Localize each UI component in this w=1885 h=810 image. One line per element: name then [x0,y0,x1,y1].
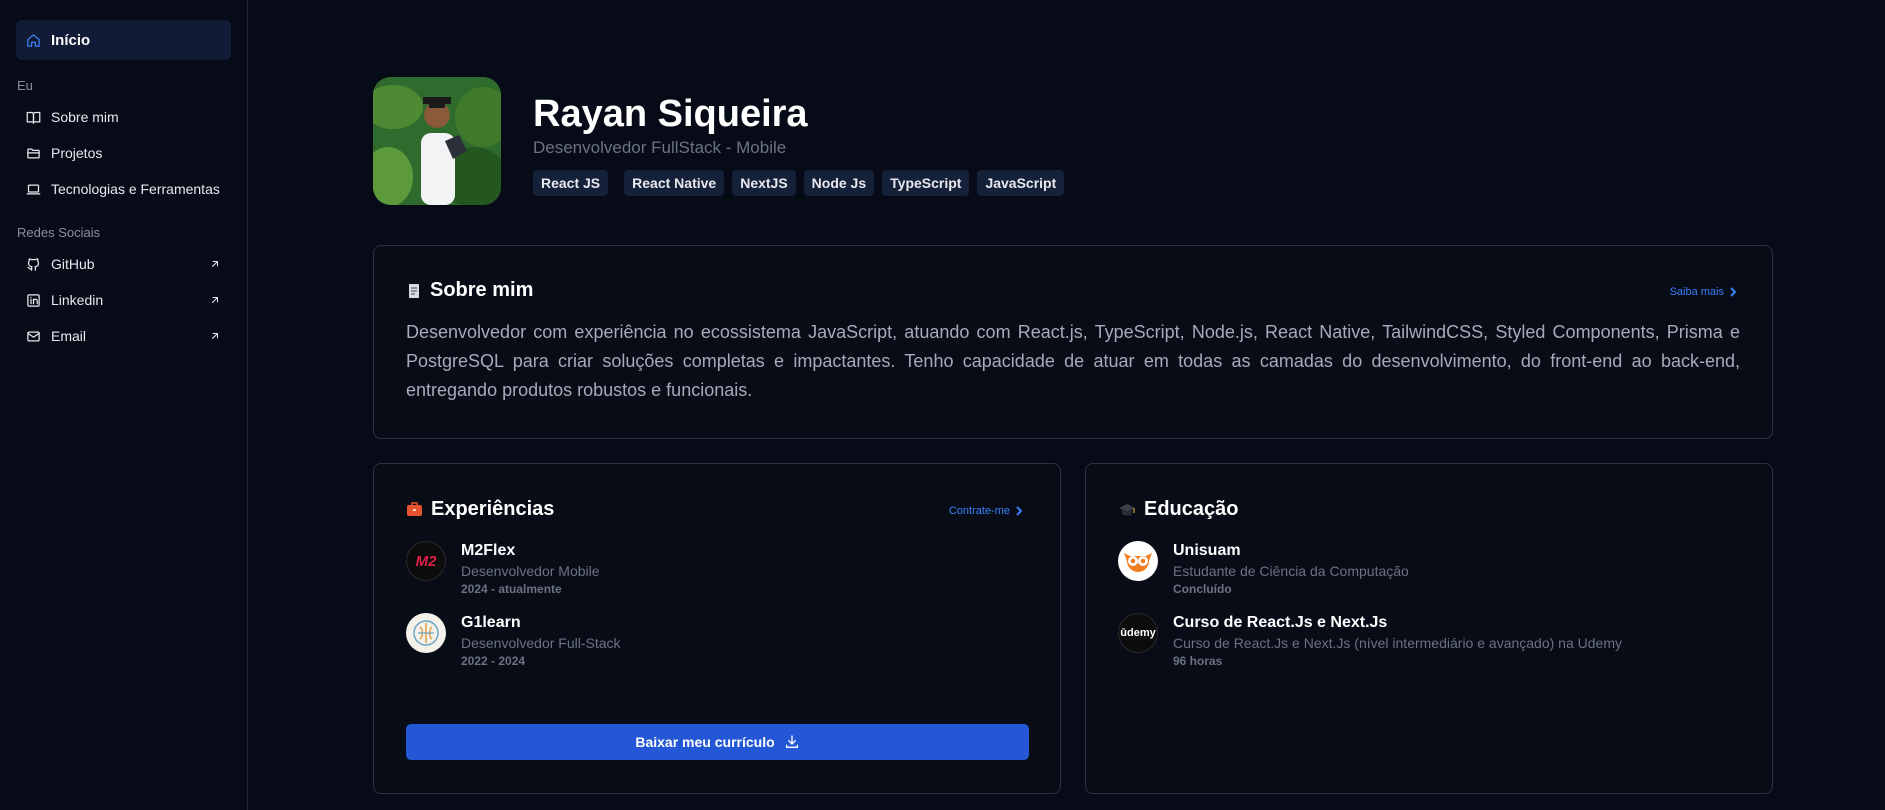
education-title: Educação [1118,498,1740,521]
education-item: Unisuam Estudante de Ciência da Computaç… [1118,541,1740,596]
laptop-icon [26,184,41,194]
experience-company: G1learn [461,614,521,631]
about-title: Sobre mim [406,279,1740,302]
chevron-right-icon [1016,506,1023,516]
tech-tags: React JS React Native NextJS Node Js Typ… [533,170,1065,196]
sidebar-item-label: Sobre mim [51,109,119,125]
external-link-icon [212,261,218,267]
experience-item: G1learn Desenvolvedor Full-Stack 2022 - … [406,613,1028,668]
avatar [373,77,501,205]
sidebar-item-home[interactable]: Início [16,20,231,60]
about-more-link[interactable]: Saiba mais [1670,286,1738,298]
download-resume-label: Baixar meu currículo [635,734,775,750]
education-institution: Unisuam [1173,542,1241,559]
download-icon [785,735,798,748]
tech-tag: Node Js [803,170,875,196]
education-list: Unisuam Estudante de Ciência da Computaç… [1118,541,1740,668]
g1learn-logo [406,613,446,653]
education-course: Estudante de Ciência da Computação [1173,563,1409,579]
about-more-label: Saiba mais [1669,286,1724,298]
education-status: 96 horas [1173,654,1223,668]
external-link-icon [212,333,218,339]
sidebar-item-label: Início [51,31,91,49]
experience-title-label: Experiências [431,498,555,520]
education-card: Educação Unisuam Estudante de Ciência da… [1085,463,1773,794]
education-title-label: Educação [1144,498,1239,520]
linkedin-icon [27,293,40,307]
github-icon [27,257,40,271]
education-institution: Curso de React.Js e Next.Js [1173,614,1388,631]
profile-header: Rayan Siqueira Desenvolvedor FullStack -… [373,77,1065,205]
hire-me-link[interactable]: Contrate-me [949,505,1024,517]
unisuam-logo [1118,541,1158,581]
profile-name: Rayan Siqueira [533,93,808,135]
sidebar-item-about[interactable]: Sobre mim [16,99,231,135]
download-resume-button[interactable]: Baixar meu currículo [406,724,1029,760]
about-title-label: Sobre mim [430,279,534,301]
tech-tag: NextJS [732,170,796,196]
experience-date: 2022 - 2024 [461,654,526,668]
sidebar-item-linkedin[interactable]: Linkedin [16,282,231,318]
education-item: ūdemy Curso de React.Js e Next.Js Curso … [1118,613,1740,668]
external-link-icon [212,297,218,303]
sidebar: Início Eu Sobre mim Projetos Tecnologias… [0,0,248,810]
sidebar-item-label: Linkedin [51,292,104,308]
about-text: Desenvolvedor com experiência no ecossis… [406,322,1740,400]
hire-me-label: Contrate-me [948,505,1010,517]
briefcase-icon [407,502,422,516]
memo-icon [409,283,419,298]
section-label-me: Eu [17,78,33,93]
tech-tag: TypeScript [882,170,970,196]
experience-item: M2 M2Flex Desenvolvedor Mobile 2024 - at… [406,541,1028,596]
sidebar-item-label: GitHub [51,256,95,272]
sidebar-item-label: Projetos [51,145,103,161]
tech-tag: JavaScript [977,170,1065,196]
experience-role: Desenvolvedor Full-Stack [461,635,621,651]
udemy-logo: ūdemy [1118,613,1158,653]
mail-icon [27,331,40,341]
sidebar-item-technologies[interactable]: Tecnologias e Ferramentas [16,171,231,207]
experience-company: M2Flex [461,542,516,559]
experience-title: Experiências [406,498,1028,521]
sidebar-item-label: Tecnologias e Ferramentas [51,181,220,197]
experience-card: Experiências Contrate-me M2 M2Flex Desen… [373,463,1061,794]
sidebar-item-github[interactable]: GitHub [16,246,231,282]
book-open-icon [26,111,41,124]
experience-list: M2 M2Flex Desenvolvedor Mobile 2024 - at… [406,541,1028,668]
chevron-right-icon [1730,287,1737,297]
tech-tag: React JS [533,170,609,196]
experience-role: Desenvolvedor Mobile [461,563,600,579]
home-icon [27,33,40,47]
sidebar-item-projects[interactable]: Projetos [16,135,231,171]
education-status: Concluído [1173,582,1232,596]
sidebar-item-email[interactable]: Email [16,318,231,354]
graduation-cap-icon [1119,503,1135,515]
m2flex-logo: M2 [406,541,446,581]
tech-tag: React Native [624,170,725,196]
education-course: Curso de React.Js e Next.Js (nível inter… [1173,635,1622,651]
profile-role: Desenvolvedor FullStack - Mobile [533,138,787,157]
section-label-social: Redes Sociais [17,225,101,240]
sidebar-item-label: Email [51,328,87,344]
folder-icon [27,148,40,158]
experience-date: 2024 - atualmente [461,582,562,596]
about-card: Sobre mim Saiba mais Desenvolvedor com e… [373,245,1773,439]
